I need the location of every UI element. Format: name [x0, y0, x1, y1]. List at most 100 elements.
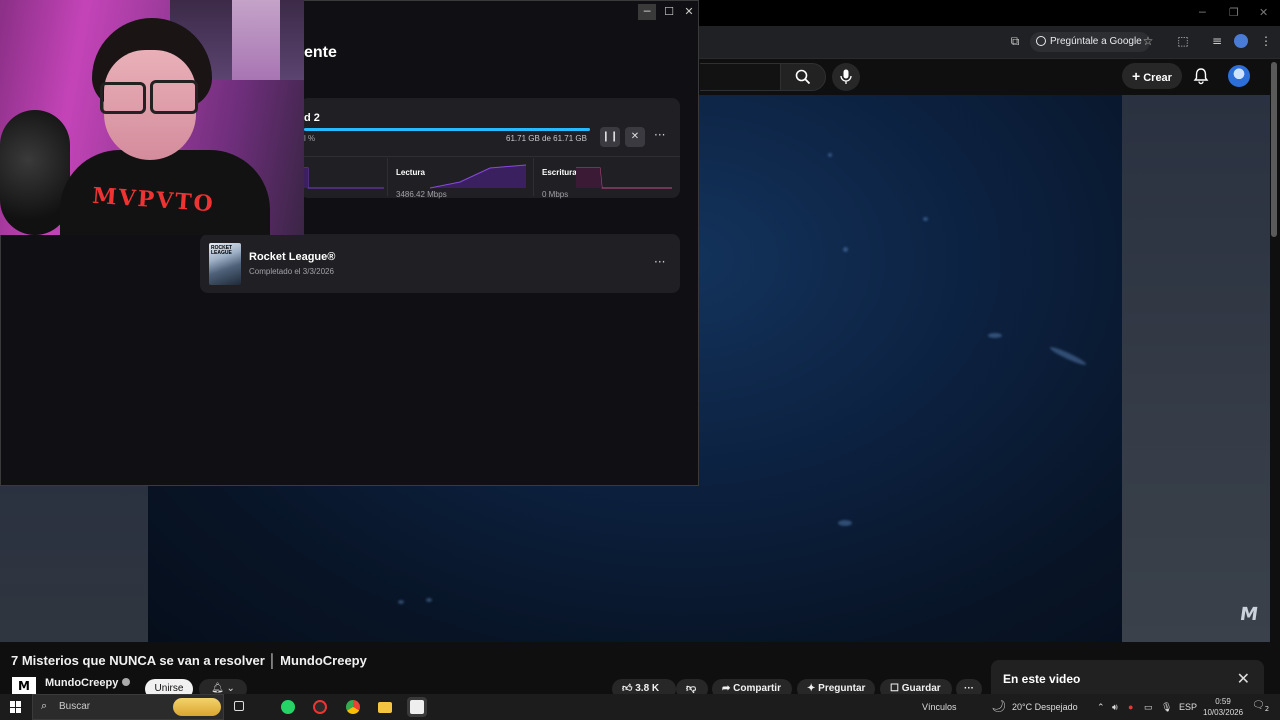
video-blur-right: [1122, 95, 1270, 642]
download-title: d 2: [304, 112, 320, 124]
tray-app-icon[interactable]: ●: [1128, 702, 1133, 712]
webcam-glasses: [150, 80, 198, 114]
maximize-icon[interactable]: ☐: [660, 4, 678, 20]
cancel-download-button[interactable]: ✕: [625, 127, 645, 147]
plus-icon: +: [1132, 68, 1141, 84]
search-icon: [795, 69, 811, 85]
share-label: Compartir: [733, 683, 781, 694]
channel-name-wrap[interactable]: MundoCreepy: [45, 677, 131, 689]
chrome-icon[interactable]: [343, 697, 363, 717]
like-count: 3.8 K: [635, 683, 660, 694]
microphone-icon[interactable]: 🎙︎: [1161, 702, 1172, 713]
create-label: Crear: [1143, 72, 1172, 84]
pause-icon: ❙❙: [601, 131, 619, 142]
sparkle-icon: ✦: [807, 683, 816, 694]
download-size: 61.71 GB de 61.71 GB: [506, 134, 587, 143]
stat-separator: [533, 158, 534, 196]
file-explorer-icon[interactable]: [375, 697, 395, 717]
completed-game-row[interactable]: [200, 234, 680, 293]
share-icon: ➦: [722, 683, 731, 694]
stat-separator: [387, 158, 388, 196]
language-indicator[interactable]: ESP: [1179, 702, 1197, 712]
close-window-icon[interactable]: ✕: [680, 4, 698, 20]
thumbs-down-icon: 👎︎: [686, 683, 697, 694]
search-input[interactable]: [700, 63, 781, 91]
chevron-down-icon: ⌄: [226, 683, 235, 694]
bookmark-star-icon[interactable]: ☆: [1141, 34, 1155, 48]
whatsapp-icon[interactable]: [278, 697, 298, 717]
download-divider: [300, 156, 680, 157]
bell-icon: 🔔︎: [211, 683, 224, 694]
network-graph: [304, 167, 384, 189]
links-toolbar-label[interactable]: Vínculos: [922, 702, 957, 712]
webcam-light: [232, 0, 280, 80]
read-value: 3486.42 Mbps: [396, 190, 447, 199]
clock-time: 0:59: [1215, 697, 1231, 706]
volume-icon[interactable]: 🔊︎: [1112, 702, 1118, 713]
channel-name[interactable]: MundoCreepy: [45, 677, 118, 689]
close-icon[interactable]: ✕: [1237, 669, 1250, 688]
search-highlight-icon: [173, 698, 221, 716]
browser-minimize-icon[interactable]: ─: [1199, 6, 1206, 19]
thumbs-up-icon: 👍︎: [622, 683, 633, 694]
account-avatar[interactable]: [1228, 65, 1250, 87]
create-button[interactable]: + Crear: [1122, 63, 1182, 89]
game-name: Rocket League®: [249, 251, 336, 263]
taskbar-search[interactable]: ⌕ Buscar: [32, 694, 224, 720]
network-icon[interactable]: ▭: [1144, 702, 1153, 713]
clock-date: 10/03/2026: [1203, 708, 1244, 717]
search-button[interactable]: [780, 63, 826, 91]
game-cover-art: ROCKET LEAGUE: [209, 243, 241, 285]
download-more-icon[interactable]: ···: [654, 128, 665, 142]
game-cover-text: ROCKET LEAGUE: [211, 245, 233, 256]
read-label: Lectura: [396, 168, 425, 177]
microphone-icon: [840, 69, 852, 84]
downloads-heading: ente: [304, 44, 337, 61]
more-horizontal-icon: ···: [964, 683, 974, 694]
write-value: 0 Mbps: [542, 190, 569, 199]
minimize-icon[interactable]: ─: [638, 4, 656, 20]
browser-menu-icon[interactable]: ⋮: [1259, 34, 1273, 48]
channel-avatar[interactable]: M: [12, 677, 36, 695]
recorder-app-icon[interactable]: [310, 697, 330, 717]
windows-start-icon[interactable]: [10, 701, 22, 713]
extensions-icon[interactable]: ⬚: [1176, 34, 1190, 48]
video-title: 7 Misterios que NUNCA se van a resolver …: [11, 653, 367, 668]
ask-google-button[interactable]: Pregúntale a Google: [1030, 32, 1150, 52]
game-status: Completado el 3/3/2026: [249, 267, 334, 276]
system-clock[interactable]: 0:59 10/03/2026: [1203, 696, 1243, 718]
save-icon: ☐: [890, 683, 899, 694]
webcam-overlay: MVPVTO: [0, 0, 304, 235]
write-graph: [576, 167, 672, 189]
ask-google-label: Pregúntale a Google: [1050, 36, 1142, 47]
browser-restore-icon[interactable]: ❐: [1229, 6, 1239, 19]
profile-avatar-icon[interactable]: [1234, 34, 1248, 48]
download-percent: l %: [304, 134, 316, 143]
voice-search-button[interactable]: [832, 63, 860, 91]
download-progress-fill: [304, 128, 590, 131]
read-graph: [430, 164, 527, 189]
media-controls-icon[interactable]: ≡: [1210, 34, 1224, 48]
in-this-video-title: En este video: [1003, 672, 1081, 686]
save-label: Guardar: [901, 683, 941, 694]
chevron-up-icon[interactable]: ⌃: [1097, 702, 1105, 713]
page-scrollbar[interactable]: [1271, 62, 1277, 237]
task-view-icon[interactable]: [230, 697, 250, 717]
notification-count: 2: [1264, 705, 1270, 713]
channel-watermark: M: [1238, 604, 1260, 625]
search-icon: ⌕: [41, 699, 48, 712]
verified-badge-icon: [122, 678, 131, 686]
epic-games-icon[interactable]: [407, 697, 427, 717]
write-label: Escritura: [542, 168, 577, 177]
cast-icon[interactable]: ⧉: [1008, 34, 1022, 48]
notification-center-icon[interactable]: 🗨︎2: [1252, 700, 1269, 713]
ask-label: Preguntar: [818, 683, 866, 694]
moon-weather-icon: 🌙︎: [991, 699, 1007, 713]
taskbar: ⌕ Buscar Vínculos 🌙︎ 20°C Despejado ⌃ 🔊︎…: [0, 694, 1280, 720]
browser-close-icon[interactable]: ✕: [1259, 6, 1268, 19]
close-icon: ✕: [630, 131, 640, 142]
game-more-icon[interactable]: ···: [654, 255, 665, 269]
notifications-bell-icon[interactable]: [1192, 67, 1210, 85]
weather-text[interactable]: 20°C Despejado: [1012, 702, 1078, 712]
pause-button[interactable]: ❙❙: [600, 127, 620, 147]
